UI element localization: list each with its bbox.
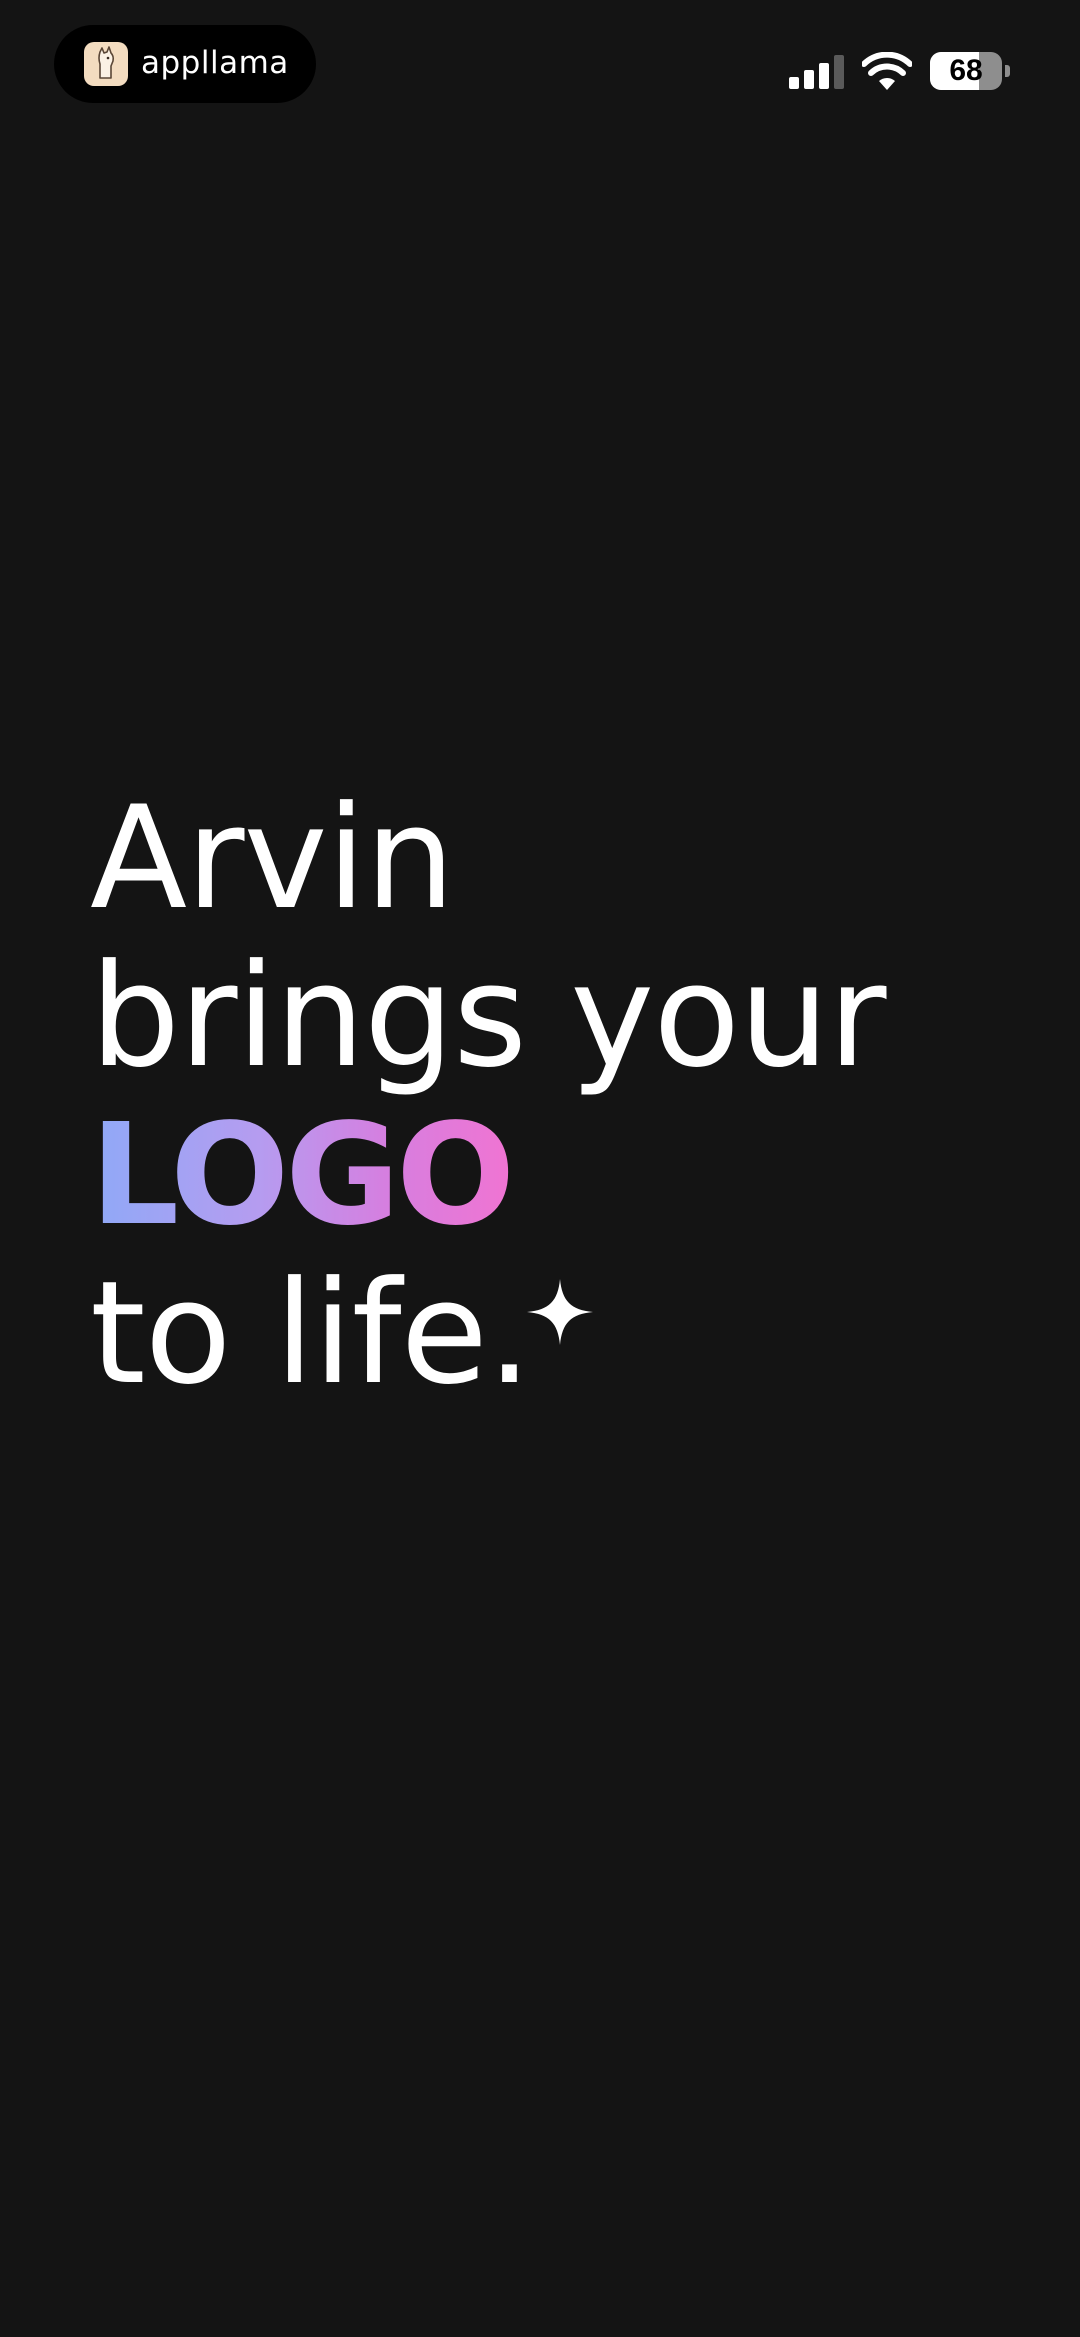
battery-cap <box>1005 65 1010 77</box>
headline-line-1: Arvin <box>90 776 455 941</box>
battery-percentage: 68 <box>949 54 983 87</box>
logo-gradient-word: LOGO <box>90 1094 515 1257</box>
cellular-signal-icon <box>789 55 844 89</box>
sparkle-icon <box>527 1279 594 1345</box>
headline-line-4-text: to life. <box>90 1251 532 1416</box>
app-name-label: appllama <box>141 45 289 81</box>
headline-line-3: LOGO <box>90 1096 1050 1255</box>
wifi-icon <box>862 52 912 90</box>
battery-body: 68 <box>930 52 1002 90</box>
headline: Arvin brings your LOGO to life. <box>90 780 1050 1413</box>
headline-line-2: brings your <box>90 934 887 1099</box>
app-indicator-pill[interactable]: appllama <box>54 25 316 103</box>
headline-line-4: to life. <box>90 1255 1050 1413</box>
status-bar: appllama 68 <box>0 0 1080 140</box>
llama-icon <box>84 42 128 86</box>
battery-indicator: 68 <box>930 52 1010 90</box>
